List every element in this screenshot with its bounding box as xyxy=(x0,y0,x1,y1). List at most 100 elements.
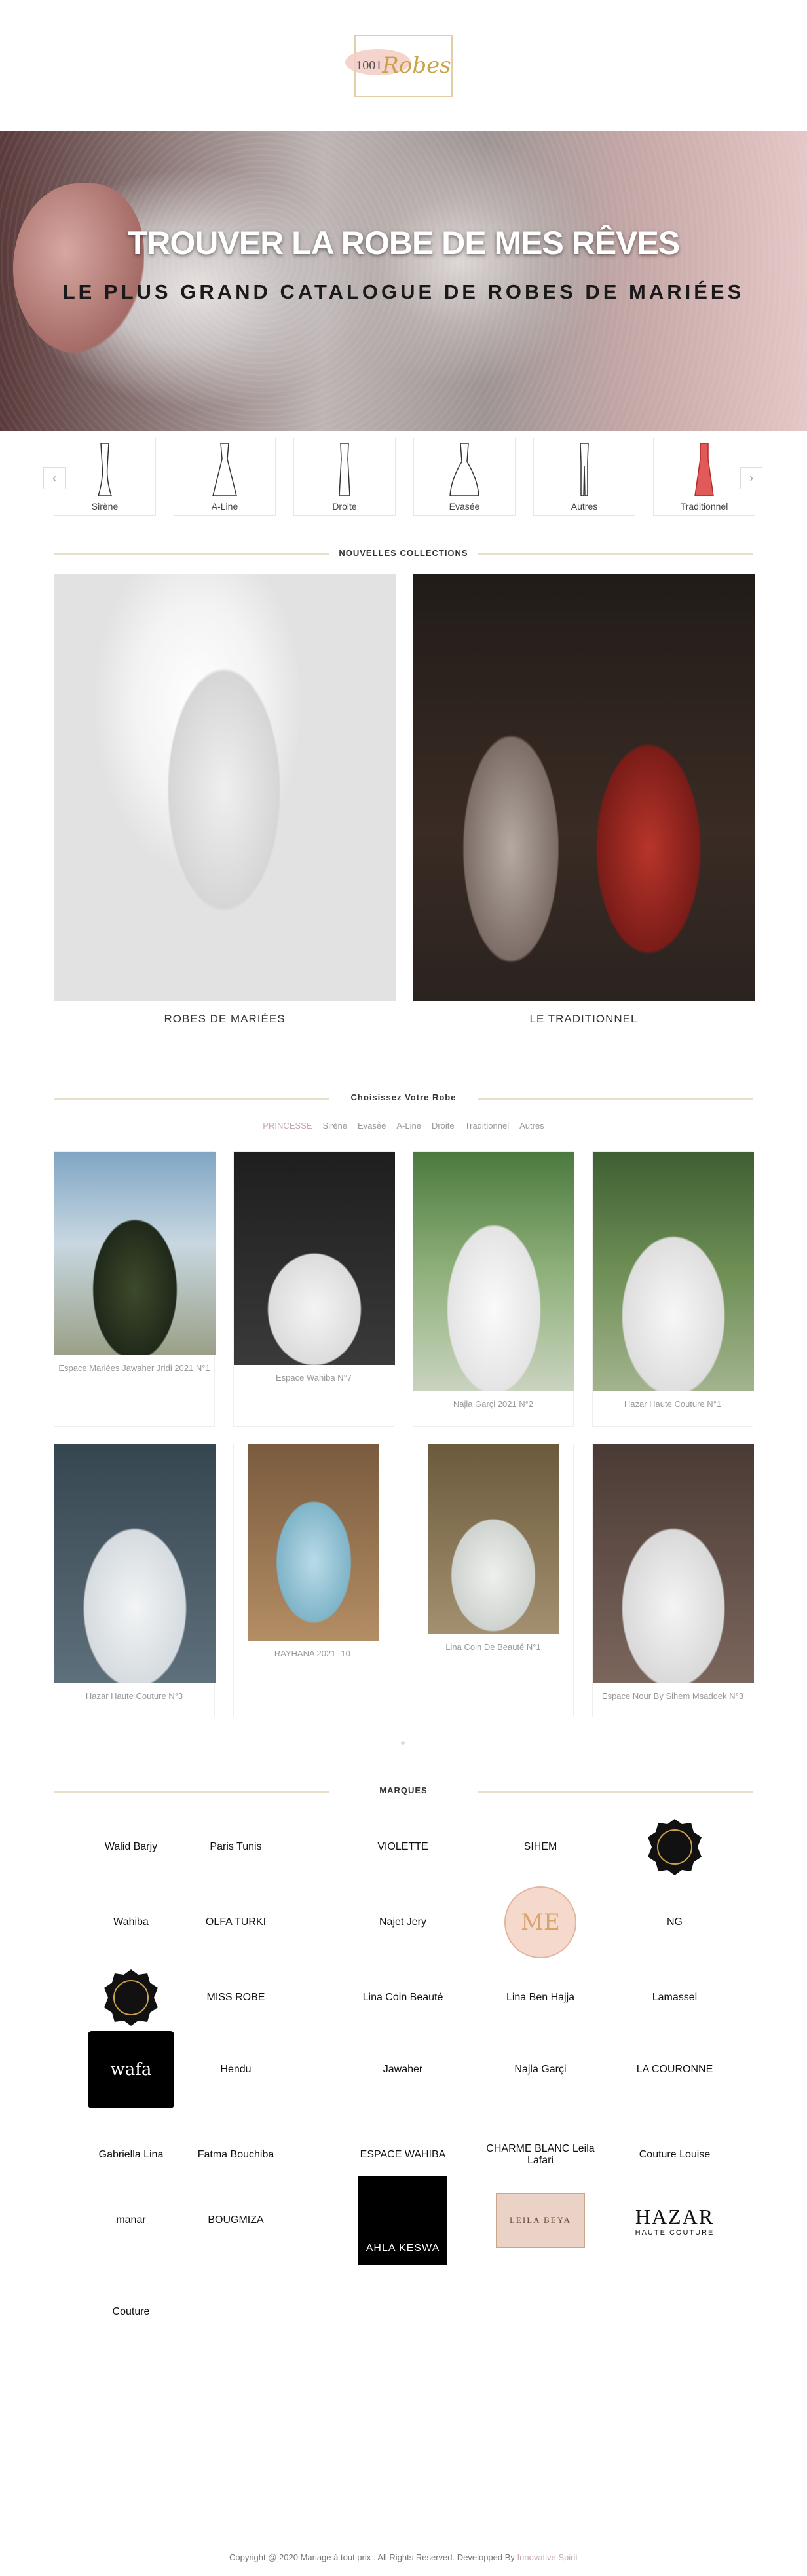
brand-name: Wahiba xyxy=(113,1916,149,1928)
brand-logo-walid-barjy[interactable]: Walid Barjy xyxy=(72,1821,190,1873)
dress-title[interactable]: Najla Garçi 2021 N°2 xyxy=(413,1391,573,1417)
filter-evasee[interactable]: Evasée xyxy=(358,1121,386,1130)
brand-logo-me[interactable]: ME xyxy=(481,1886,599,1958)
brand-logo-bougmiza[interactable]: BOUGMIZA xyxy=(177,2194,295,2247)
brand-logo-manar[interactable]: manar xyxy=(72,2194,190,2247)
brand-name: Hendu xyxy=(220,2064,252,2075)
brand-name: Lamassel xyxy=(652,1992,698,2003)
category-item-evasee[interactable]: Evasée xyxy=(413,438,516,516)
brand-name: NG xyxy=(667,1916,683,1928)
brand-name: CHARME BLANC Leila Lafari xyxy=(486,2143,595,2166)
brand-emblem-icon xyxy=(104,1969,158,2026)
category-item-sirene[interactable]: Sirène xyxy=(54,438,156,516)
brand-logo-lina-ben-hajja[interactable]: Lina Ben Hajja xyxy=(481,1971,599,2024)
dress-card[interactable]: Lina Coin De Beauté N°1 xyxy=(413,1444,574,1717)
pagination-dot[interactable] xyxy=(401,1741,405,1745)
brand-emblem-icon xyxy=(648,1819,702,1875)
brand-logo-najla-garci[interactable]: Najla Garçi xyxy=(481,2044,599,2096)
dress-title[interactable]: Espace Wahiba N°7 xyxy=(234,1365,394,1391)
collection-bridal[interactable]: ROBES DE MARIÉES xyxy=(54,574,396,1026)
brand-logo-couture-louise[interactable]: Couture Louise xyxy=(616,2129,734,2181)
filter-a-line[interactable]: A-Line xyxy=(396,1121,421,1130)
dress-title[interactable]: Lina Coin De Beauté N°1 xyxy=(413,1634,573,1660)
brand-logo-ng[interactable]: NG xyxy=(616,1896,734,1949)
brand-logo-gabriella-lina[interactable]: Gabriella Lina xyxy=(72,2129,190,2181)
footer-credit-link[interactable]: Innovative Spirit xyxy=(517,2552,578,2562)
dress-title[interactable]: Espace Mariées Jawaher Jridi 2021 N°1 xyxy=(54,1355,214,1381)
category-item-a-line[interactable]: A-Line xyxy=(174,438,276,516)
brand-logo-sihem[interactable]: SIHEM xyxy=(481,1821,599,1873)
dress-image[interactable] xyxy=(593,1152,754,1391)
category-item-droite[interactable]: Droite xyxy=(293,438,396,516)
brand-logo-couture[interactable]: Couture xyxy=(72,2286,190,2338)
site-header: 1001 Robes xyxy=(0,0,807,131)
dress-card[interactable]: Espace Wahiba N°7 xyxy=(233,1151,395,1427)
brand-logo-wafa[interactable]: wafa xyxy=(72,2031,190,2108)
dress-card[interactable]: Espace Mariées Jawaher Jridi 2021 N°1 xyxy=(54,1151,216,1427)
brand-name: Najet Jery xyxy=(379,1916,427,1928)
dress-title[interactable]: Hazar Haute Couture N°3 xyxy=(54,1683,214,1709)
brand-name: Couture Louise xyxy=(639,2149,711,2160)
brand-name: BOUGMIZA xyxy=(208,2214,264,2226)
dress-autres-icon xyxy=(580,443,589,496)
filter-droite[interactable]: Droite xyxy=(432,1121,455,1130)
brand-logo-ahla-keswa[interactable]: AHLA KESWA xyxy=(344,2176,462,2265)
brand-name: VIOLETTE xyxy=(377,1841,428,1852)
dress-evasee-icon xyxy=(449,443,479,496)
category-label: Sirène xyxy=(91,501,119,512)
dress-card[interactable]: Espace Nour By Sihem Msaddek N°3 xyxy=(592,1444,754,1717)
category-label: A-Line xyxy=(211,501,238,512)
dress-title[interactable]: Hazar Haute Couture N°1 xyxy=(593,1391,753,1417)
brand-logo-violette[interactable]: VIOLETTE xyxy=(344,1821,462,1873)
brand-logo-charme-blanc-leila-lafari[interactable]: CHARME BLANC Leila Lafari xyxy=(481,2129,599,2181)
collection-traditional[interactable]: LE TRADITIONNEL xyxy=(413,574,755,1026)
dress-image[interactable] xyxy=(248,1444,379,1641)
collection-bridal-image[interactable] xyxy=(54,574,396,1001)
brand-logo-lamassel[interactable]: Lamassel xyxy=(616,1971,734,2024)
brand-logo-la-couronne[interactable]: LA COURONNE xyxy=(616,2044,734,2096)
brand-logo-leila-beya[interactable]: LEILA BEYA xyxy=(481,2193,599,2248)
brand-logo-espace-wahiba[interactable]: ESPACE WAHIBA xyxy=(344,2129,462,2181)
filter-autres[interactable]: Autres xyxy=(519,1121,544,1130)
dress-image[interactable] xyxy=(413,1152,574,1391)
dress-image[interactable] xyxy=(593,1444,754,1683)
category-item-autres[interactable]: Autres xyxy=(533,438,635,516)
brand-logo-paris-tunis[interactable]: Paris Tunis xyxy=(177,1821,295,1873)
site-logo[interactable]: 1001 Robes xyxy=(345,34,453,97)
dress-image[interactable] xyxy=(428,1444,559,1634)
brand-logo-jawaher[interactable]: Jawaher xyxy=(344,2044,462,2096)
brand-name: SIHEM xyxy=(523,1841,557,1852)
brand-name: MISS ROBE xyxy=(206,1992,265,2003)
dress-card[interactable]: Hazar Haute Couture N°1 xyxy=(592,1151,754,1427)
logo-number: 1001 xyxy=(356,58,383,73)
filter-traditionnel[interactable]: Traditionnel xyxy=(465,1121,509,1130)
dress-card[interactable]: Hazar Haute Couture N°3 xyxy=(54,1444,216,1717)
category-label: Autres xyxy=(571,501,598,512)
brand-logo-wahiba[interactable]: Wahiba xyxy=(72,1896,190,1949)
filter-princesse[interactable]: PRINCESSE xyxy=(263,1121,312,1130)
collection-traditional-image[interactable] xyxy=(413,574,755,1001)
brand-logo-hendu[interactable]: Hendu xyxy=(177,2044,295,2096)
section-title-choose: Choisissez Votre Robe xyxy=(54,1092,753,1102)
dress-card[interactable]: RAYHANA 2021 -10- xyxy=(233,1444,394,1717)
brand-logo-emblem-4[interactable] xyxy=(616,1819,734,1875)
dress-card[interactable]: Najla Garçi 2021 N°2 xyxy=(413,1151,574,1427)
brand-logo-miss-robe[interactable]: MISS ROBE xyxy=(177,1971,295,2024)
brand-logo-fatma-bouchiba[interactable]: Fatma Bouchiba xyxy=(177,2129,295,2181)
dress-image[interactable] xyxy=(234,1152,395,1365)
footer: Copyright @ 2020 Mariage à tout prix . A… xyxy=(0,2552,807,2562)
brand-me-icon: ME xyxy=(504,1886,576,1958)
dress-title[interactable]: Espace Nour By Sihem Msaddek N°3 xyxy=(593,1683,753,1709)
dress-image[interactable] xyxy=(54,1444,216,1683)
brand-logo-hazar[interactable]: HAZAR HAUTE COUTURE xyxy=(616,2194,734,2247)
dress-title[interactable]: RAYHANA 2021 -10- xyxy=(234,1641,394,1666)
section-title-new-collections: NOUVELLES COLLECTIONS xyxy=(54,548,753,558)
footer-text: Copyright @ 2020 Mariage à tout prix . A… xyxy=(229,2552,517,2562)
brand-logo-olfa-turki[interactable]: OLFA TURKI xyxy=(177,1896,295,1949)
dress-image[interactable] xyxy=(54,1152,216,1355)
filter-sirene[interactable]: Sirène xyxy=(322,1121,347,1130)
carousel-next-button[interactable]: › xyxy=(740,467,762,489)
brand-logo-lina-coin-beaute[interactable]: Lina Coin Beauté xyxy=(344,1971,462,2024)
brand-logo-najet-jery[interactable]: Najet Jery xyxy=(344,1896,462,1949)
brand-logo-emblem-10[interactable] xyxy=(72,1969,190,2026)
